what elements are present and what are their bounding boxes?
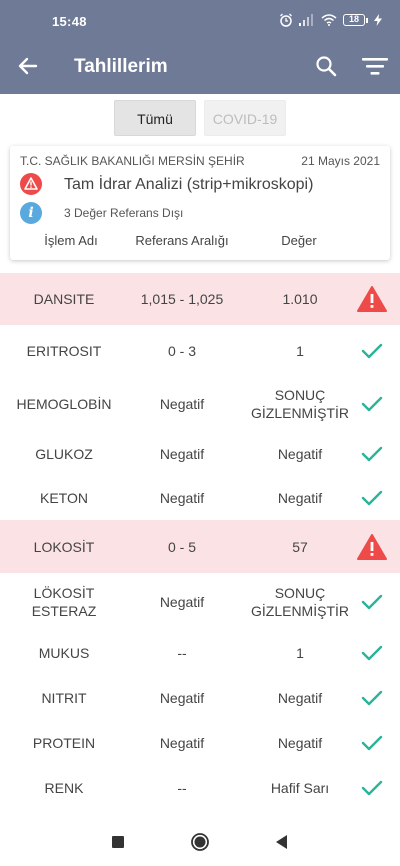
result-row: LOKOSİT 0 - 5 57	[0, 520, 400, 573]
result-range: 0 - 5	[167, 538, 196, 555]
result-row: HEMOGLOBİN Negatif SONUÇ GİZLENMİŞTİR	[0, 377, 400, 431]
triangle-icon[interactable]	[272, 832, 292, 852]
search-icon[interactable]	[314, 54, 338, 78]
alarm-icon	[280, 13, 292, 27]
result-name: NITRIT	[41, 690, 87, 706]
check-icon	[361, 594, 383, 610]
result-range: --	[177, 780, 187, 796]
app-bar: Tahlillerim	[0, 38, 400, 94]
result-value: Negatif	[277, 735, 323, 751]
result-range: Negatif	[159, 490, 205, 506]
result-row: LÖKOSİT ESTERAZ Negatif SONUÇ GİZLENMİŞT…	[0, 573, 400, 631]
result-name: RENK	[44, 780, 84, 796]
page-title: Tahlillerim	[74, 56, 168, 77]
column-header-range: Referans Aralığı	[135, 233, 229, 248]
result-range: Negatif	[159, 396, 205, 412]
status-time: 15:48	[52, 14, 87, 29]
result-range: Negatif	[159, 690, 205, 706]
check-icon	[361, 446, 383, 461]
result-name: PROTEIN	[32, 735, 96, 751]
institution-name: T.C. SAĞLIK BAKANLIĞI MERSİN ŞEHİR	[20, 154, 245, 168]
result-range: Negatif	[159, 445, 205, 462]
result-name: HEMOGLOBİN	[16, 396, 112, 412]
result-value: SONUÇ GİZLENMİŞTİR	[250, 585, 349, 619]
status-icons: 18	[279, 13, 382, 27]
tab-all[interactable]: Tümü	[114, 100, 196, 136]
warning-triangle-icon	[357, 533, 387, 560]
result-range: Negatif	[159, 594, 205, 610]
result-name: DANSITE	[33, 291, 95, 307]
result-name: ERITROSIT	[26, 343, 102, 359]
check-icon	[361, 735, 383, 751]
result-row: PROTEIN Negatif Negatif	[0, 721, 400, 765]
out-of-range-count: 3 Değer Referans Dışı	[64, 206, 184, 220]
result-name: KETON	[40, 490, 88, 506]
result-value: 57	[292, 538, 308, 555]
result-value: 1.010	[282, 291, 318, 307]
result-range: --	[177, 645, 187, 661]
square-icon[interactable]	[108, 832, 128, 852]
test-name: Tam İdrar Analizi (strip+mikroskopi)	[64, 176, 314, 193]
check-icon	[361, 343, 383, 359]
result-range: 0 - 3	[167, 343, 196, 359]
result-name: GLUKOZ	[35, 445, 93, 462]
wifi-icon	[321, 14, 337, 26]
filter-icon[interactable]	[362, 54, 388, 78]
result-row: MUKUS -- 1	[0, 631, 400, 675]
signal-icon	[299, 14, 313, 26]
check-icon	[361, 690, 383, 706]
result-row: KETON Negatif Negatif	[0, 476, 400, 520]
check-icon	[361, 396, 383, 412]
result-value: 1	[296, 343, 304, 359]
charging-icon	[374, 14, 382, 26]
check-icon	[361, 780, 383, 796]
result-value: Negatif	[277, 445, 323, 462]
battery-icon: 18	[343, 14, 368, 26]
test-summary-card[interactable]: T.C. SAĞLIK BAKANLIĞI MERSİN ŞEHİR 21 Ma…	[10, 146, 390, 260]
check-icon	[361, 490, 383, 506]
check-icon	[361, 645, 383, 661]
result-name: LÖKOSİT ESTERAZ	[31, 585, 97, 619]
result-value: Negatif	[277, 490, 323, 506]
test-date: 21 Mayıs 2021	[301, 154, 380, 168]
result-name: MUKUS	[38, 645, 90, 661]
result-value: Hafif Sarı	[270, 780, 330, 796]
column-header-name: İşlem Adı	[44, 233, 98, 248]
warning-circle-icon	[20, 173, 42, 195]
battery-level: 18	[343, 14, 365, 26]
tab-bar: Tümü COVID-19	[0, 100, 400, 136]
arrow-left-icon[interactable]	[16, 54, 40, 78]
tab-covid-19[interactable]: COVID-19	[204, 100, 286, 136]
result-value: Negatif	[277, 690, 323, 706]
result-value: 1	[296, 645, 304, 661]
circle-icon[interactable]	[190, 832, 210, 852]
result-range: 1,015 - 1,025	[140, 291, 224, 307]
result-row: ERITROSIT 0 - 3 1	[0, 325, 400, 377]
result-row: GLUKOZ Negatif Negatif	[0, 431, 400, 476]
info-icon: i	[20, 202, 42, 224]
warning-triangle-icon	[357, 286, 387, 312]
result-range: Negatif	[159, 735, 205, 751]
system-nav-bar	[0, 818, 400, 866]
result-row: DANSITE 1,015 - 1,025 1.010	[0, 273, 400, 325]
column-header-value: Değer	[281, 233, 317, 248]
result-name: LOKOSİT	[33, 538, 95, 555]
result-row: RENK -- Hafif Sarı	[0, 765, 400, 811]
result-row: NITRIT Negatif Negatif	[0, 675, 400, 721]
result-value: SONUÇ GİZLENMİŞTİR	[250, 387, 349, 421]
status-bar: 15:48 18	[0, 0, 400, 38]
